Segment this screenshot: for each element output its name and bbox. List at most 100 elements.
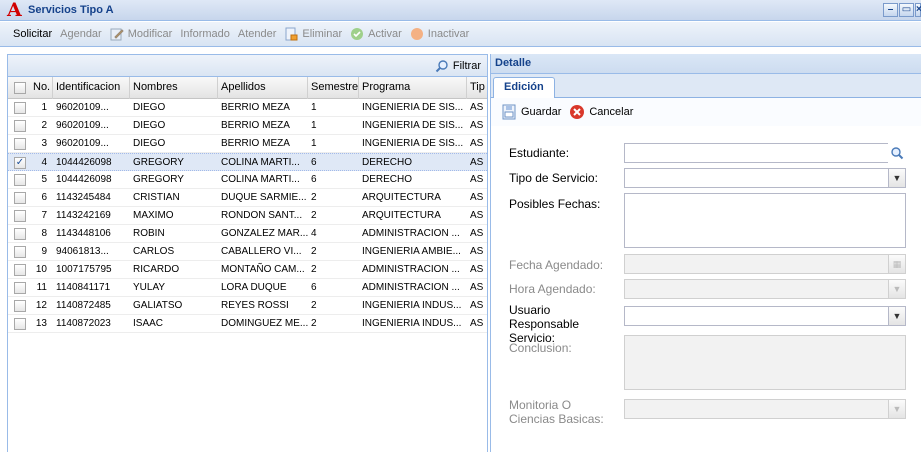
fecha-agendado-label: Fecha Agendado:: [509, 258, 604, 272]
conclusion-textarea[interactable]: [624, 335, 906, 390]
calendar-icon[interactable]: ▦: [888, 254, 906, 274]
filter-button[interactable]: Filtrar: [435, 59, 481, 73]
cell-no: 8: [41, 228, 47, 239]
column-header-apellidos[interactable]: Apellidos: [218, 77, 308, 99]
row-checkbox[interactable]: [14, 228, 26, 240]
tab-edicion[interactable]: Edición: [493, 77, 555, 98]
atender-label: Atender: [237, 28, 277, 40]
column-header-tipo[interactable]: Tip: [467, 77, 487, 99]
usuario-responsable-select[interactable]: ▼: [624, 306, 906, 326]
agendar-label: Agendar: [60, 28, 102, 40]
chevron-down-icon[interactable]: ▼: [888, 306, 906, 326]
cell-nombres: DIEGO: [133, 102, 166, 113]
column-header-nombres[interactable]: Nombres: [130, 77, 218, 99]
table-row[interactable]: 10 1007175795 RICARDO MONTAÑO CAM... 2 ADMINI…: [8, 261, 487, 279]
cell-id: 1140872485: [56, 300, 111, 311]
atender-button[interactable]: Atender: [234, 24, 281, 44]
row-checkbox[interactable]: [14, 174, 26, 186]
cell-apellidos: MONTAÑO CAM...: [221, 264, 305, 275]
table-row[interactable]: 3 96020109... DIEGO BERRIO MEZA 1 INGENIERIA …: [8, 135, 487, 153]
cell-apellidos: RONDON SANT...: [221, 210, 303, 221]
agendar-button[interactable]: Agendar: [56, 24, 106, 44]
cell-programa: INGENIERIA AMBIE...: [362, 246, 461, 257]
cell-programa: DERECHO: [362, 157, 413, 168]
tipo-servicio-select[interactable]: ▼: [624, 168, 906, 188]
minimize-icon[interactable]: –: [883, 3, 898, 17]
table-row[interactable]: 9 94061813... CARLOS CABALLERO VI... 2 INGENI…: [8, 243, 487, 261]
table-row[interactable]: ✓ 4 1044426098 GREGORY COLINA MARTI... 6 DEREC…: [8, 153, 487, 171]
eliminar-button[interactable]: Eliminar: [280, 24, 346, 44]
modificar-button[interactable]: Modificar: [106, 24, 177, 44]
table-row[interactable]: 1 96020109... DIEGO BERRIO MEZA 1 INGENIERIA …: [8, 99, 487, 117]
cell-no: 5: [41, 174, 47, 185]
column-header-programa[interactable]: Programa: [359, 77, 467, 99]
cell-programa: INGENIERIA INDUS...: [362, 318, 462, 329]
cancelar-button[interactable]: Cancelar: [569, 104, 633, 120]
row-checkbox[interactable]: [14, 120, 26, 132]
chevron-down-icon[interactable]: ▼: [888, 399, 906, 419]
row-checkbox[interactable]: [14, 210, 26, 222]
row-checkbox[interactable]: [14, 102, 26, 114]
select-all-checkbox[interactable]: [14, 82, 26, 94]
estudiante-label: Estudiante:: [509, 146, 570, 160]
fecha-agendado-field[interactable]: ▦: [624, 254, 906, 274]
posibles-fechas-textarea[interactable]: [624, 193, 906, 248]
cell-programa: ADMINISTRACION ...: [362, 228, 460, 239]
cell-apellidos: DOMINGUEZ ME...: [221, 318, 308, 329]
cell-semestre: 2: [311, 210, 317, 221]
window-controls: – ▭ ×: [883, 3, 921, 17]
table-row[interactable]: 11 1140841171 YULAY LORA DUQUE 6 ADMINISTRACI…: [8, 279, 487, 297]
chevron-down-icon[interactable]: ▼: [888, 168, 906, 188]
monitoria-label: Monitoria O Ciencias Basicas:: [509, 398, 604, 426]
cell-semestre: 6: [311, 174, 317, 185]
cell-semestre: 2: [311, 300, 317, 311]
detail-tabs: Edición: [491, 74, 921, 98]
row-checkbox[interactable]: [14, 318, 26, 330]
cell-apellidos: DUQUE SARMIE...: [221, 192, 307, 203]
cell-no: 13: [35, 318, 47, 329]
cell-tipo: AS: [470, 282, 484, 293]
check-icon: [351, 28, 364, 40]
inactivar-button[interactable]: Inactivar: [406, 24, 474, 44]
cell-apellidos: BERRIO MEZA: [221, 120, 290, 131]
cell-id: 1007175795: [56, 264, 112, 275]
table-row[interactable]: 13 1140872023 ISAAC DOMINGUEZ ME... 2 INGENIE…: [8, 315, 487, 333]
cell-nombres: YULAY: [133, 282, 166, 293]
activar-button[interactable]: Activar: [346, 24, 406, 44]
row-checkbox[interactable]: [14, 138, 26, 150]
column-header-identificacion[interactable]: Identificacion: [53, 77, 130, 99]
delete-icon: [285, 27, 298, 41]
maximize-icon[interactable]: ▭: [899, 3, 914, 17]
row-checkbox[interactable]: [14, 192, 26, 204]
cell-semestre: 6: [311, 282, 317, 293]
table-row[interactable]: 6 1143245484 CRISTIAN DUQUE SARMIE... 2 ARQUI…: [8, 189, 487, 207]
table-row[interactable]: 12 1140872485 GALIATSO REYES ROSSI 2 INGENIER…: [8, 297, 487, 315]
row-checkbox[interactable]: ✓: [14, 157, 26, 169]
column-header-semestre[interactable]: Semestre: [308, 77, 359, 99]
solicitar-button[interactable]: Solicitar: [9, 24, 56, 44]
table-row[interactable]: 7 1143242169 MAXIMO RONDON SANT... 2 ARQUITEC…: [8, 207, 487, 225]
row-checkbox[interactable]: [14, 282, 26, 294]
detail-panel: Detalle Edición Guardar Cancelar Estudia…: [490, 54, 921, 452]
cell-apellidos: REYES ROSSI: [221, 300, 289, 311]
informado-button[interactable]: Informado: [176, 24, 234, 44]
cell-nombres: GALIATSO: [133, 300, 183, 311]
cell-tipo: AS: [470, 174, 484, 185]
guardar-button[interactable]: Guardar: [501, 104, 561, 120]
table-row[interactable]: 2 96020109... DIEGO BERRIO MEZA 1 INGENIERIA …: [8, 117, 487, 135]
cell-tipo: AS: [470, 157, 484, 168]
row-checkbox[interactable]: [14, 246, 26, 258]
table-row[interactable]: 5 1044426098 GREGORY COLINA MARTI... 6 DERECH…: [8, 171, 487, 189]
table-row[interactable]: 8 1143448106 ROBIN GONZALEZ MAR... 4 ADMINIST…: [8, 225, 487, 243]
close-icon[interactable]: ×: [915, 3, 921, 17]
row-checkbox[interactable]: [14, 264, 26, 276]
estudiante-field[interactable]: [624, 143, 906, 163]
window-title: Servicios Tipo A: [28, 4, 114, 16]
row-checkbox[interactable]: [14, 300, 26, 312]
hora-agendado-select[interactable]: ▼: [624, 279, 906, 299]
column-header-no[interactable]: No.: [30, 77, 53, 99]
search-icon[interactable]: [888, 143, 906, 163]
chevron-down-icon[interactable]: ▼: [888, 279, 906, 299]
cell-nombres: CRISTIAN: [133, 192, 180, 203]
monitoria-select[interactable]: ▼: [624, 399, 906, 419]
